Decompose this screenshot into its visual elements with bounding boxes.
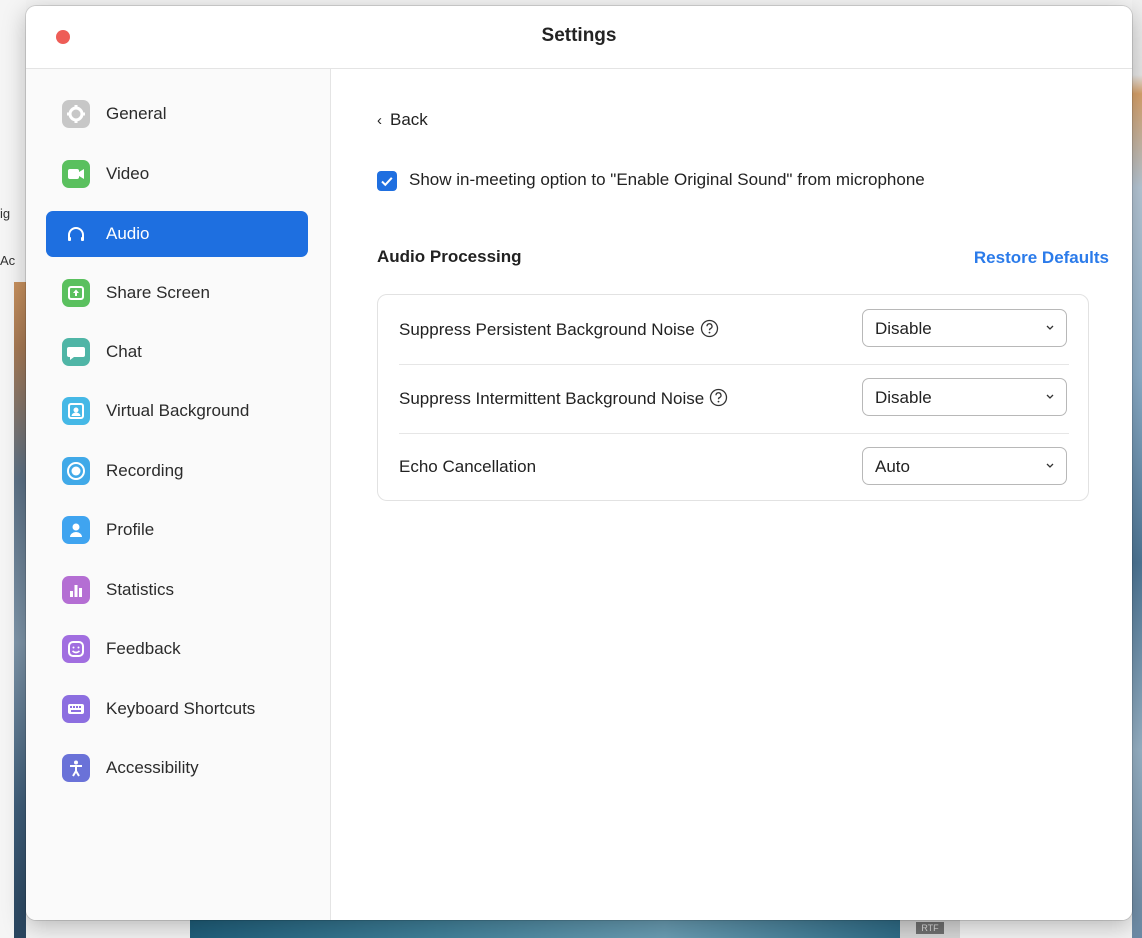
sidebar-item-label: Accessibility — [106, 758, 199, 777]
settings-window: Settings General Video Audio Share Scree… — [26, 6, 1132, 920]
desktop-wallpaper-bottom — [190, 920, 902, 938]
record-icon — [62, 457, 90, 485]
sidebar-item-label: Chat — [106, 342, 142, 361]
echo-cancellation-select[interactable]: Auto — [862, 447, 1067, 485]
restore-defaults-link[interactable]: Restore Defaults — [974, 248, 1109, 268]
background-window-fragment: ig — [0, 206, 11, 221]
keyboard-icon — [62, 695, 90, 723]
share-screen-icon — [62, 279, 90, 307]
sidebar-item-label: Profile — [106, 520, 155, 539]
back-link[interactable]: ‹ Back — [377, 110, 428, 130]
accessibility-icon — [62, 754, 90, 782]
sidebar-item-audio[interactable]: Audio — [46, 211, 308, 257]
persistent-noise-select[interactable]: Disable — [862, 309, 1067, 347]
title-bar: Settings — [26, 6, 1132, 69]
intermittent-noise-select[interactable]: Disable — [862, 378, 1067, 416]
help-icon[interactable] — [709, 388, 728, 412]
sidebar-item-label: Share Screen — [106, 283, 210, 302]
select-value: Disable — [875, 319, 932, 338]
row-label: Suppress Intermittent Background Noise — [399, 388, 728, 412]
sidebar-item-label: General — [106, 104, 167, 123]
sidebar-item-label: Recording — [106, 461, 184, 480]
profile-icon — [62, 516, 90, 544]
sidebar-item-video[interactable]: Video — [46, 151, 308, 197]
desktop-wallpaper-left — [14, 282, 26, 938]
row-label: Echo Cancellation — [399, 457, 536, 477]
row-label-text: Echo Cancellation — [399, 457, 537, 476]
checkmark-icon — [381, 177, 393, 187]
sidebar-item-recording[interactable]: Recording — [46, 448, 308, 494]
person-frame-icon — [62, 397, 90, 425]
sidebar-item-label: Audio — [106, 224, 150, 243]
video-camera-icon — [62, 160, 90, 188]
smiley-icon — [62, 635, 90, 663]
sidebar-item-label: Feedback — [106, 639, 181, 658]
settings-sidebar: General Video Audio Share Screen Chat Vi… — [26, 69, 331, 920]
original-sound-checkbox[interactable] — [377, 171, 397, 191]
sidebar-item-statistics[interactable]: Statistics — [46, 567, 308, 613]
sidebar-item-label: Virtual Background — [106, 401, 250, 420]
select-value: Auto — [875, 457, 910, 476]
gear-icon — [62, 100, 90, 128]
desktop-file-icon: RTF — [900, 920, 960, 938]
select-value: Disable — [875, 388, 932, 407]
settings-row: Suppress Intermittent Background Noise D… — [399, 364, 1069, 434]
file-type-label: RTF — [916, 922, 944, 934]
chevron-down-icon — [1046, 463, 1054, 468]
settings-row: Echo Cancellation Auto — [399, 433, 1069, 502]
help-icon[interactable] — [700, 319, 719, 343]
chevron-down-icon — [1046, 394, 1054, 399]
sidebar-item-share-screen[interactable]: Share Screen — [46, 270, 308, 316]
sidebar-item-virtual-background[interactable]: Virtual Background — [46, 388, 308, 434]
section-title: Audio Processing — [377, 247, 522, 266]
row-label-text: Suppress Intermittent Background Noise — [399, 389, 705, 408]
sidebar-item-accessibility[interactable]: Accessibility — [46, 745, 308, 791]
sidebar-item-label: Keyboard Shortcuts — [106, 699, 256, 718]
chevron-left-icon: ‹ — [377, 112, 382, 129]
background-window-fragment: Ac — [0, 253, 16, 268]
sidebar-item-profile[interactable]: Profile — [46, 507, 308, 553]
row-label-text: Suppress Persistent Background Noise — [399, 320, 695, 339]
sidebar-item-general[interactable]: General — [46, 91, 308, 137]
audio-processing-card: Suppress Persistent Background Noise Dis… — [377, 294, 1089, 501]
chevron-down-icon — [1046, 325, 1054, 330]
window-title: Settings — [541, 25, 617, 46]
row-label: Suppress Persistent Background Noise — [399, 319, 719, 343]
original-sound-label: Show in-meeting option to "Enable Origin… — [409, 170, 925, 189]
sidebar-item-feedback[interactable]: Feedback — [46, 626, 308, 672]
back-label: Back — [390, 110, 428, 129]
chat-bubble-icon — [62, 338, 90, 366]
audio-settings-panel: ‹ Back Show in-meeting option to "Enable … — [331, 69, 1132, 920]
sidebar-item-chat[interactable]: Chat — [46, 329, 308, 375]
bar-chart-icon — [62, 576, 90, 604]
sidebar-item-label: Statistics — [106, 580, 175, 599]
headphones-icon — [62, 220, 90, 248]
settings-row: Suppress Persistent Background Noise Dis… — [399, 295, 1069, 365]
sidebar-item-label: Video — [106, 164, 150, 183]
desktop-background-right — [1132, 0, 1142, 938]
sidebar-item-keyboard-shortcuts[interactable]: Keyboard Shortcuts — [46, 686, 308, 732]
